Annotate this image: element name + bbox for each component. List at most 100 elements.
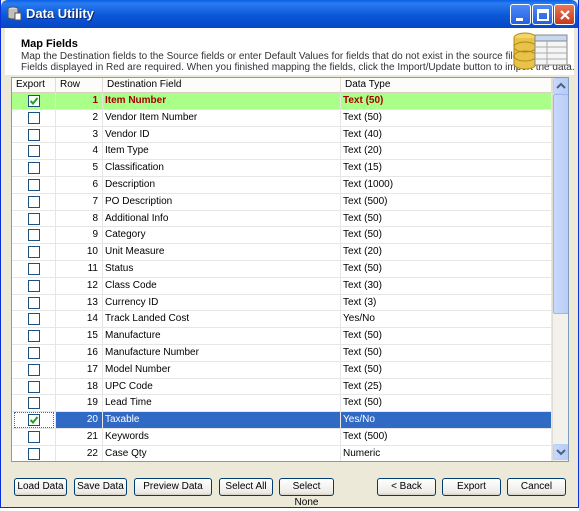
save-data-button[interactable]: Save Data [74, 478, 127, 496]
destination-field-cell[interactable]: Class Code [103, 277, 341, 294]
row-number: 12 [86, 279, 98, 291]
data-type-cell: Text (500) [341, 193, 552, 210]
column-header-row[interactable]: Row [56, 78, 103, 93]
table-row[interactable]: 7 PO Description Text (500) [12, 193, 552, 211]
export-checkbox[interactable] [28, 212, 40, 225]
table-row[interactable]: 15 Manufacture Text (50) [12, 328, 552, 345]
export-checkbox[interactable] [28, 145, 40, 158]
destination-field-cell[interactable]: Model Number [103, 361, 341, 378]
destination-field-cell[interactable]: Currency ID [103, 294, 341, 311]
destination-field-cell[interactable]: Status [103, 260, 341, 277]
minimize-button[interactable] [510, 4, 531, 25]
column-header-data-type[interactable]: Data Type [341, 78, 552, 93]
table-row[interactable]: 14 Track Landed Cost Yes/No [12, 311, 552, 329]
table-row[interactable]: 4 Item Type Text (20) [12, 143, 552, 161]
vertical-scrollbar[interactable] [552, 78, 568, 461]
destination-field-cell[interactable]: Description [103, 176, 341, 193]
export-checkbox[interactable] [28, 363, 40, 376]
export-checkbox[interactable] [28, 262, 40, 275]
table-row[interactable]: 5 Classification Text (15) [12, 160, 552, 177]
destination-field-cell[interactable]: Case Qty [103, 445, 341, 461]
table-row[interactable]: 17 Model Number Text (50) [12, 361, 552, 379]
export-cell [12, 344, 56, 361]
table-row[interactable]: 1 Item Number Text (50) [12, 93, 552, 110]
row-number-cell: 2 [56, 109, 103, 126]
table-row[interactable]: 19 Lead Time Text (50) [12, 395, 552, 413]
export-checkbox[interactable] [28, 95, 40, 107]
back-button[interactable]: < Back [377, 478, 436, 496]
export-checkbox[interactable] [28, 162, 40, 175]
row-number: 7 [92, 195, 98, 207]
destination-field-cell[interactable]: Taxable [103, 412, 341, 429]
export-checkbox[interactable] [28, 128, 40, 141]
row-number-cell: 13 [56, 294, 103, 311]
export-checkbox[interactable] [28, 397, 40, 410]
export-checkbox[interactable] [28, 178, 40, 191]
table-row[interactable]: 11 Status Text (50) [12, 260, 552, 278]
close-button[interactable] [554, 4, 575, 25]
destination-field-cell[interactable]: PO Description [103, 193, 341, 210]
export-checkbox[interactable] [28, 296, 40, 309]
destination-field-cell[interactable]: Category [103, 227, 341, 244]
export-checkbox[interactable] [28, 195, 40, 208]
column-header-destination-field[interactable]: Destination Field [103, 78, 341, 93]
destination-field-cell[interactable]: Classification [103, 160, 341, 177]
row-number-cell: 6 [56, 176, 103, 193]
row-number-cell: 9 [56, 227, 103, 244]
table-row[interactable]: 3 Vendor ID Text (40) [12, 126, 552, 144]
export-checkbox[interactable] [28, 414, 40, 427]
maximize-button[interactable] [532, 4, 553, 25]
table-row[interactable]: 16 Manufacture Number Text (50) [12, 344, 552, 362]
scroll-up-arrow-icon[interactable] [553, 78, 568, 94]
row-number-cell: 16 [56, 344, 103, 361]
destination-field-cell[interactable]: Item Number [103, 93, 341, 109]
field-mapping-grid[interactable]: Export Row Destination Field Data Type 1… [11, 77, 569, 462]
row-number: 14 [86, 313, 98, 325]
destination-field-cell[interactable]: UPC Code [103, 378, 341, 395]
table-row[interactable]: 20 Taxable Yes/No [12, 412, 552, 429]
title-bar[interactable]: Data Utility [1, 0, 578, 28]
export-checkbox[interactable] [28, 111, 40, 124]
destination-field-cell[interactable]: Vendor Item Number [103, 109, 341, 126]
export-checkbox[interactable] [28, 279, 40, 292]
table-row[interactable]: 6 Description Text (1000) [12, 176, 552, 194]
export-checkbox[interactable] [28, 313, 40, 326]
select-all-button[interactable]: Select All [219, 478, 273, 496]
scroll-down-arrow-icon[interactable] [553, 444, 568, 460]
select-none-button[interactable]: Select None [279, 478, 334, 508]
row-number-cell: 4 [56, 143, 103, 160]
table-row[interactable]: 22 Case Qty Numeric [12, 445, 552, 461]
export-checkbox[interactable] [28, 430, 40, 443]
destination-field-cell[interactable]: Unit Measure [103, 244, 341, 261]
scrollbar-thumb[interactable] [553, 94, 568, 314]
export-checkbox[interactable] [28, 246, 40, 259]
destination-field-cell[interactable]: Additional Info [103, 210, 341, 227]
export-checkbox[interactable] [28, 346, 40, 359]
destination-field-cell[interactable]: Manufacture [103, 328, 341, 345]
export-checkbox[interactable] [28, 229, 40, 242]
export-button[interactable]: Export [442, 478, 501, 496]
column-header-export[interactable]: Export [12, 78, 56, 93]
destination-field-cell[interactable]: Manufacture Number [103, 344, 341, 361]
table-row[interactable]: 13 Currency ID Text (3) [12, 294, 552, 312]
table-row[interactable]: 9 Category Text (50) [12, 227, 552, 245]
export-checkbox[interactable] [28, 330, 40, 343]
table-row[interactable]: 10 Unit Measure Text (20) [12, 244, 552, 261]
destination-field-cell[interactable]: Vendor ID [103, 126, 341, 143]
destination-field-cell[interactable]: Keywords [103, 428, 341, 445]
load-data-button[interactable]: Load Data [14, 478, 67, 496]
export-checkbox[interactable] [28, 447, 40, 460]
table-row[interactable]: 8 Additional Info Text (50) [12, 210, 552, 228]
table-row[interactable]: 18 UPC Code Text (25) [12, 378, 552, 396]
destination-field-cell[interactable]: Lead Time [103, 395, 341, 412]
destination-field-cell[interactable]: Track Landed Cost [103, 311, 341, 328]
preview-data-button[interactable]: Preview Data [134, 478, 212, 496]
export-checkbox[interactable] [28, 380, 40, 393]
table-row[interactable]: 21 Keywords Text (500) [12, 428, 552, 446]
table-row[interactable]: 12 Class Code Text (30) [12, 277, 552, 295]
checkmark-icon [29, 97, 39, 105]
destination-field-cell[interactable]: Item Type [103, 143, 341, 160]
table-row[interactable]: 2 Vendor Item Number Text (50) [12, 109, 552, 127]
cancel-button[interactable]: Cancel [507, 478, 566, 496]
export-cell [12, 294, 56, 311]
